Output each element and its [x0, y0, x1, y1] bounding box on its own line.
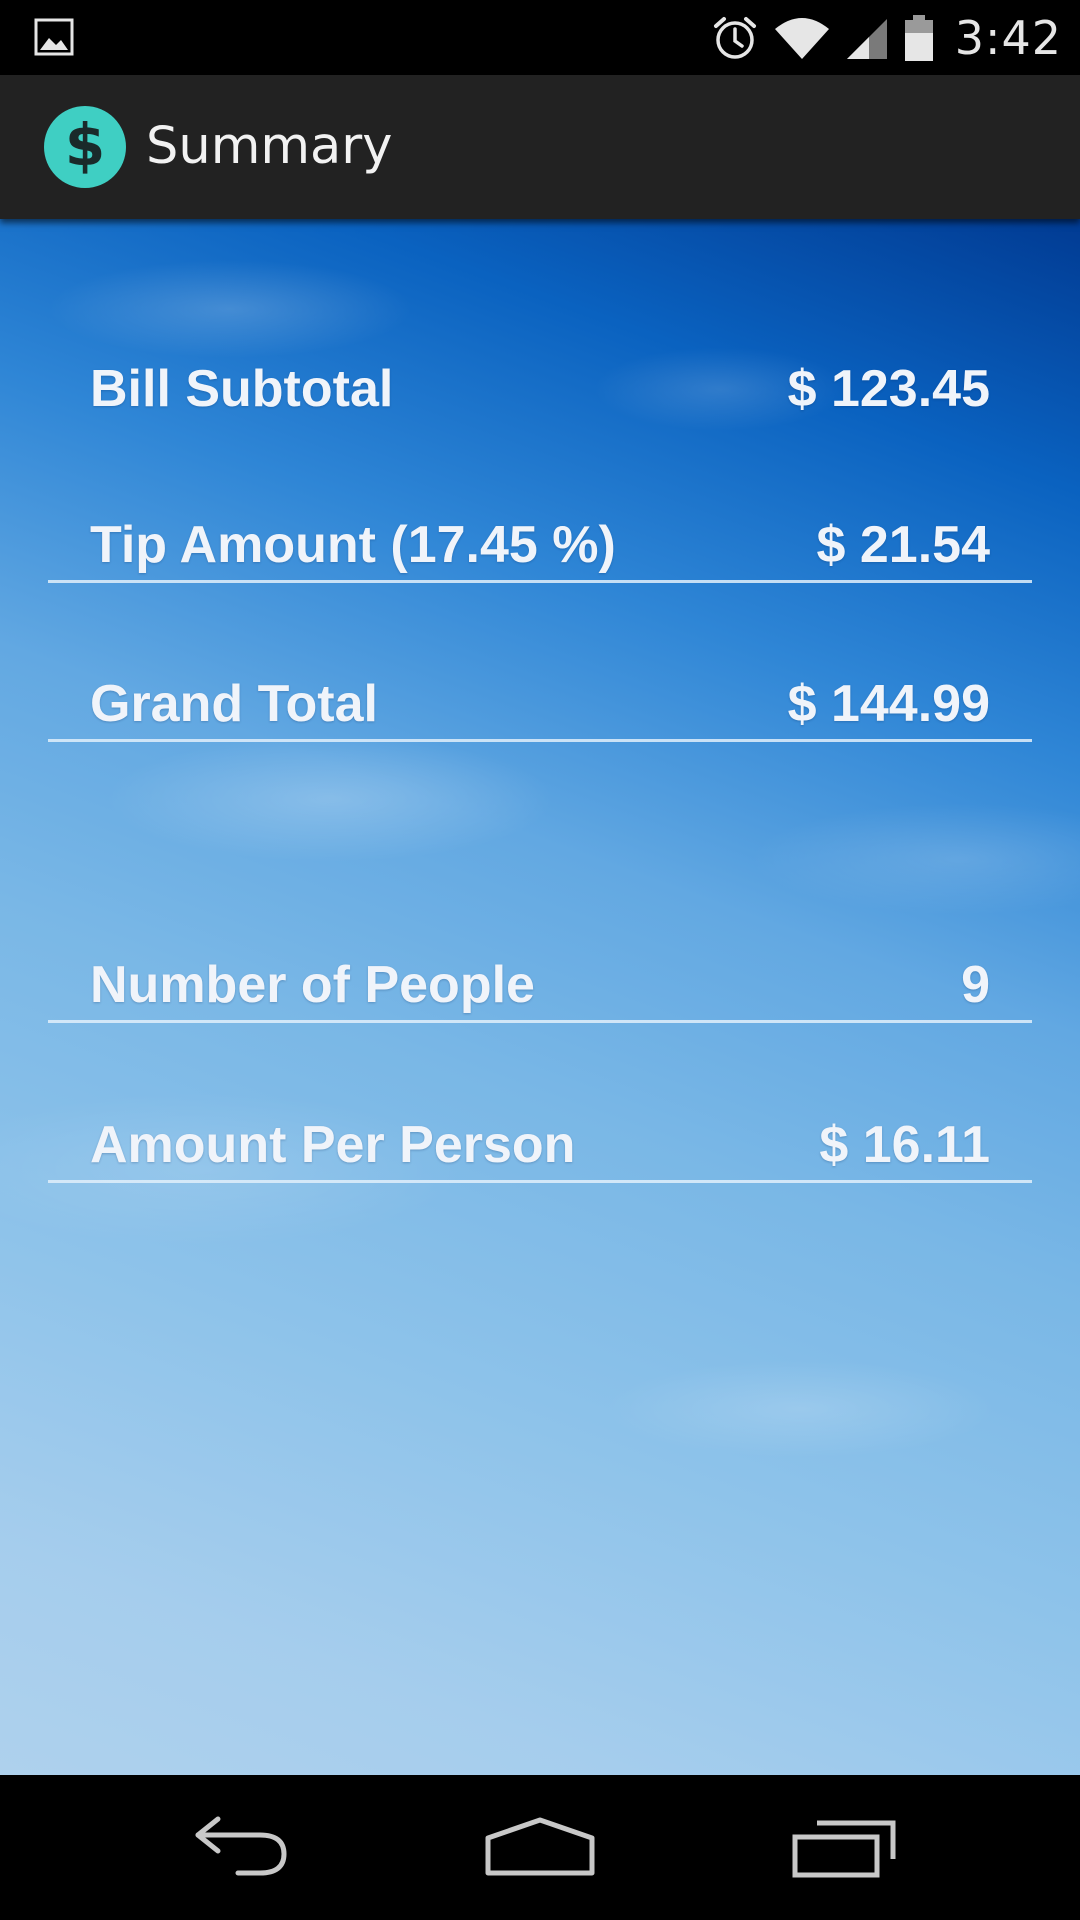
bill-subtotal-label: Bill Subtotal — [90, 360, 394, 418]
status-icons: 3:42 — [711, 0, 1062, 75]
amount-per-person-label: Amount Per Person — [90, 1116, 576, 1174]
divider — [48, 580, 1032, 583]
bill-subtotal-value: $ 123.45 — [787, 360, 990, 418]
number-of-people-row: Number of People 9 — [90, 945, 990, 1025]
recent-apps-icon[interactable] — [785, 1805, 905, 1885]
divider — [48, 739, 1032, 742]
status-time: 3:42 — [954, 10, 1062, 65]
screen: 3:42 $ Summary Bill Subtotal $ 123.45 Ti… — [0, 0, 1080, 1920]
number-of-people-value: 9 — [961, 956, 990, 1014]
divider — [48, 1180, 1032, 1183]
divider — [48, 1020, 1032, 1023]
back-icon[interactable] — [180, 1805, 300, 1885]
home-icon[interactable] — [480, 1805, 600, 1885]
app-logo-dollar-icon[interactable]: $ — [44, 106, 126, 188]
page-title: Summary — [146, 117, 393, 176]
battery-icon — [904, 14, 933, 61]
cell-signal-icon — [846, 18, 887, 59]
tip-amount-label: Tip Amount (17.45 %) — [90, 516, 616, 574]
grand-total-value: $ 144.99 — [787, 675, 990, 733]
amount-per-person-value: $ 16.11 — [819, 1116, 990, 1174]
summary-content: Bill Subtotal $ 123.45 Tip Amount (17.45… — [0, 219, 1080, 1775]
wifi-icon — [774, 17, 829, 59]
tip-amount-row: Tip Amount (17.45 %) $ 21.54 — [90, 505, 990, 585]
number-of-people-label: Number of People — [90, 956, 535, 1014]
dollar-glyph: $ — [64, 111, 106, 179]
action-bar: $ Summary — [0, 75, 1080, 219]
grand-total-row: Grand Total $ 144.99 — [90, 664, 990, 744]
navigation-bar — [0, 1775, 1080, 1920]
alarm-icon — [713, 16, 756, 59]
gallery-icon — [34, 18, 74, 56]
bill-subtotal-row: Bill Subtotal $ 123.45 — [90, 349, 990, 429]
amount-per-person-row: Amount Per Person $ 16.11 — [90, 1105, 990, 1185]
grand-total-label: Grand Total — [90, 675, 378, 733]
status-bar: 3:42 — [0, 0, 1080, 75]
tip-amount-value: $ 21.54 — [816, 516, 991, 574]
